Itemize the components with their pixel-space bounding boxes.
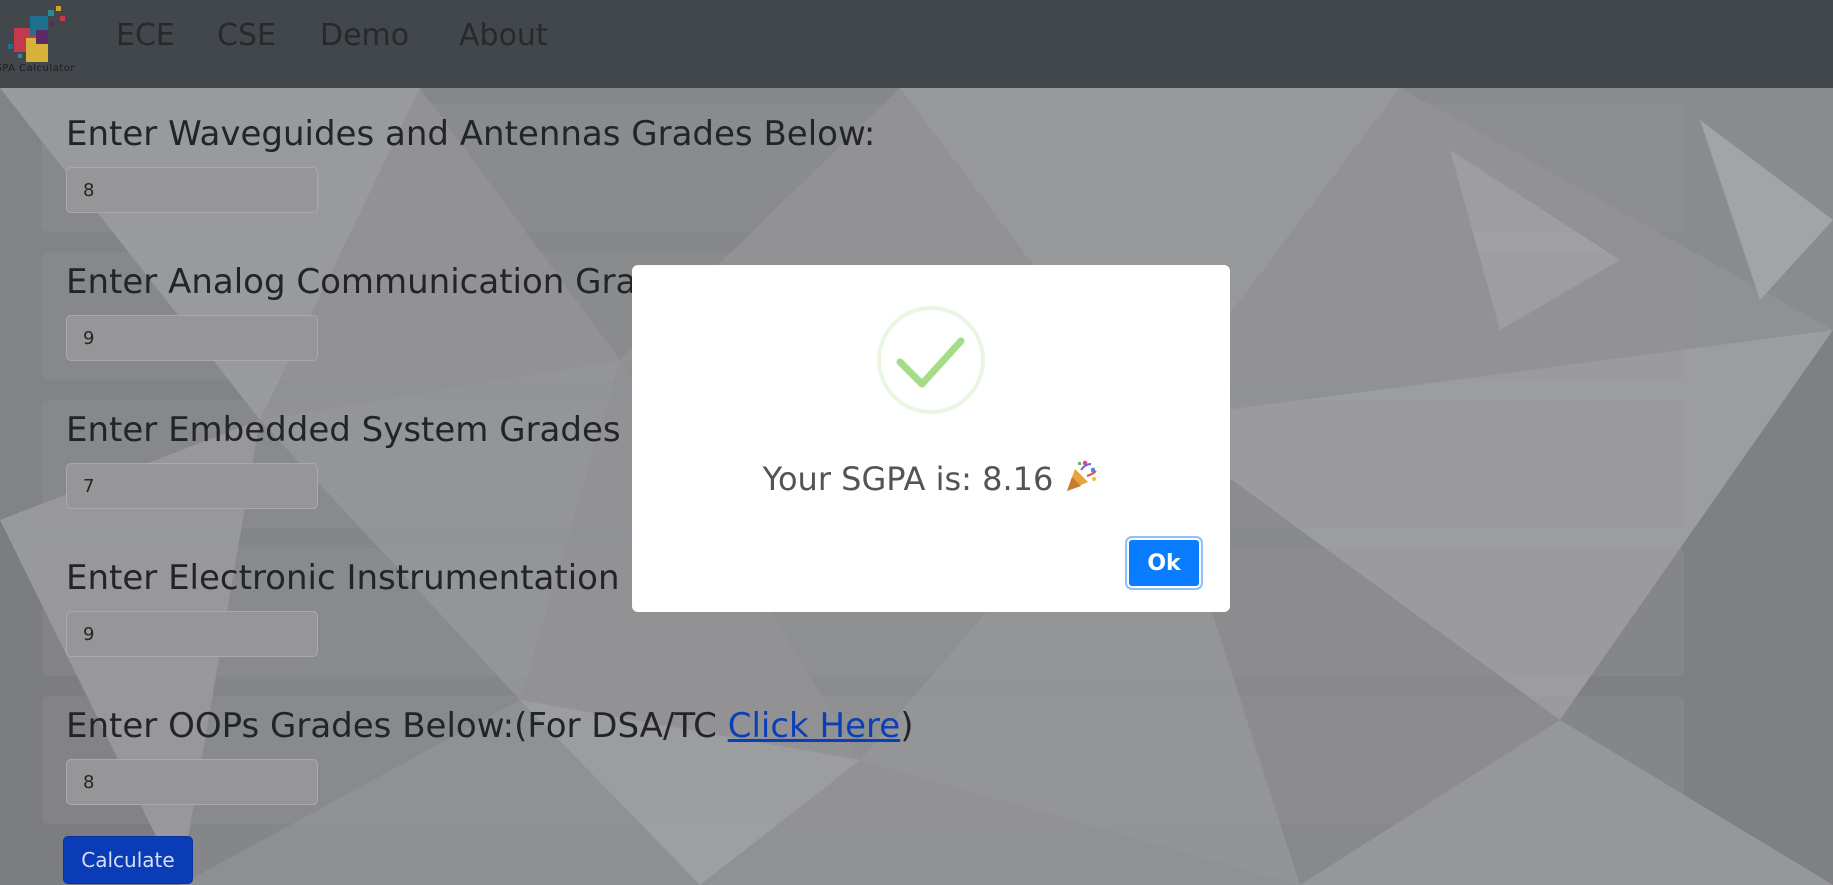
sgpa-message-text: Your SGPA is: 8.16 xyxy=(762,460,1054,498)
success-check-icon xyxy=(877,306,985,414)
sgpa-result-dialog: Your SGPA is: 8.16 Ok xyxy=(632,265,1230,612)
sgpa-message: Your SGPA is: 8.16 xyxy=(632,458,1230,498)
ok-button[interactable]: Ok xyxy=(1127,538,1201,588)
party-popper-icon xyxy=(1067,460,1098,491)
